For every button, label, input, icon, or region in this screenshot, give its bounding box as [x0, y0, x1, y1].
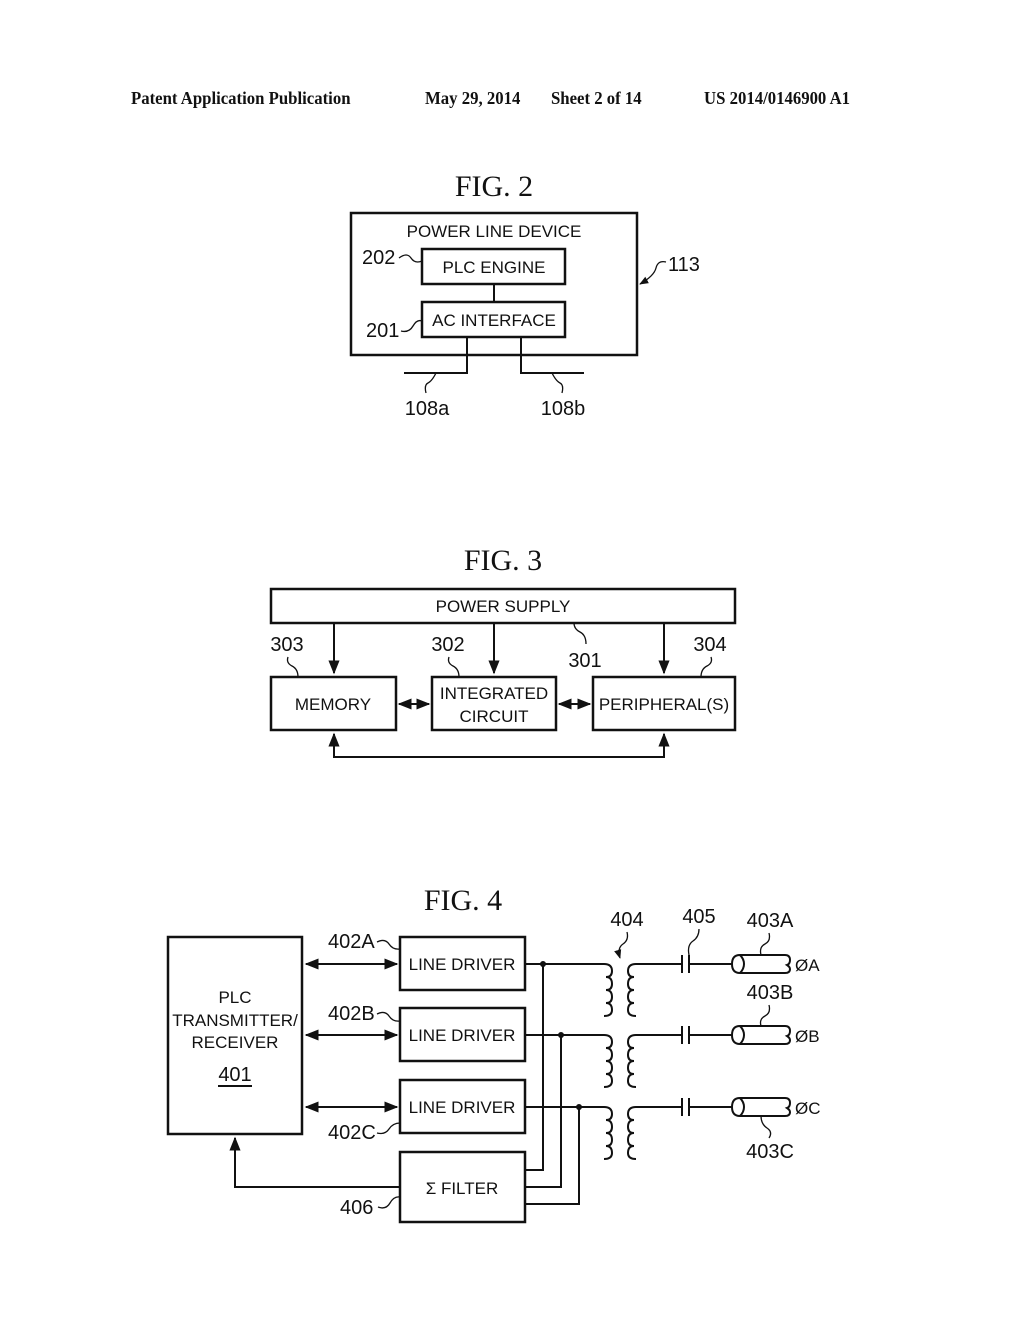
power-line-c: [730, 1097, 792, 1118]
patent-drawing: FIG. 2 POWER LINE DEVICE PLC ENGINE AC I…: [166, 170, 821, 1224]
ic-label-line1: INTEGRATED: [440, 684, 548, 703]
leader-404-arrow: [614, 931, 629, 959]
capacitor-c: [636, 1098, 732, 1116]
leader-402c: [376, 1122, 401, 1135]
transformer-b: [603, 1034, 637, 1088]
sigma-filter-label: Σ FILTER: [426, 1179, 499, 1198]
power-supply-label: POWER SUPPLY: [436, 597, 571, 616]
capacitor-b: [636, 1026, 732, 1044]
wire-sense-c: [525, 1107, 580, 1205]
memory-label: MEMORY: [295, 695, 371, 714]
fig2-title: FIG. 2: [455, 170, 533, 203]
power-line-device-label: POWER LINE DEVICE: [407, 222, 582, 241]
phase-b-label: ØB: [795, 1027, 820, 1046]
power-line-a: [730, 954, 792, 975]
wire-sense-a: [525, 964, 544, 1171]
leader-108a: [424, 372, 437, 394]
fig4: FIG. 4 PLC TRANSMITTER/ RECEIVER 401 LIN…: [166, 884, 821, 1224]
ref-404: 404: [610, 909, 643, 931]
phase-a-label: ØA: [795, 956, 820, 975]
leader-405: [687, 928, 700, 956]
fig4-title: FIG. 4: [424, 884, 502, 917]
peripherals-label: PERIPHERAL(S): [599, 695, 729, 714]
fig2: FIG. 2 POWER LINE DEVICE PLC ENGINE AC I…: [349, 170, 700, 420]
ic-label-line2: CIRCUIT: [460, 707, 529, 726]
ref-401: 401: [218, 1064, 251, 1086]
plc-label-line1: PLC: [218, 988, 251, 1007]
leader-406: [377, 1196, 401, 1209]
line-driver-b-label: LINE DRIVER: [409, 1026, 516, 1045]
fig3-title: FIG. 3: [464, 544, 542, 577]
transformer-a: [603, 963, 637, 1017]
leader-403a: [759, 932, 771, 956]
arrow-memory-peripherals: [328, 732, 670, 758]
leader-303: [286, 656, 299, 678]
ref-403c: 403C: [746, 1141, 794, 1163]
ref-406: 406: [340, 1197, 373, 1219]
ref-113: 113: [668, 254, 700, 276]
ref-403b: 403B: [747, 982, 794, 1004]
fig3: FIG. 3 POWER SUPPLY MEMORY INTEGRATED CI…: [269, 544, 737, 758]
leader-402b: [376, 1011, 401, 1022]
ref-304: 304: [693, 634, 726, 656]
phase-c-label: ØC: [795, 1099, 821, 1118]
ref-302: 302: [431, 634, 464, 656]
ref-301: 301: [568, 650, 601, 672]
leader-113-arrow: [639, 260, 667, 285]
leader-403b: [759, 1004, 771, 1027]
power-line-b: [730, 1025, 792, 1046]
ref-108b: 108b: [541, 398, 586, 420]
ref-402c: 402C: [328, 1122, 376, 1144]
arrow-filter-plc: [229, 1136, 400, 1188]
leader-403c: [760, 1115, 772, 1139]
leader-108b: [551, 372, 564, 394]
line-driver-c-label: LINE DRIVER: [409, 1098, 516, 1117]
leader-301: [573, 622, 587, 645]
leader-304: [700, 656, 713, 678]
transformer-c: [603, 1106, 637, 1160]
leader-402a: [376, 939, 401, 950]
ref-108a: 108a: [405, 398, 450, 420]
line-driver-a-label: LINE DRIVER: [409, 955, 516, 974]
ref-402b: 402B: [328, 1003, 375, 1025]
capacitor-a: [636, 955, 732, 973]
ref-201: 201: [366, 320, 399, 342]
plc-engine-label: PLC ENGINE: [443, 258, 546, 277]
ref-405: 405: [682, 906, 715, 928]
plc-label-line3: RECEIVER: [192, 1033, 279, 1052]
ref-402a: 402A: [328, 931, 375, 953]
leader-302: [447, 656, 460, 678]
ref-202: 202: [362, 247, 395, 269]
ac-interface-label: AC INTERFACE: [432, 311, 556, 330]
ref-403a: 403A: [747, 910, 794, 932]
plc-label-line2: TRANSMITTER/: [172, 1011, 298, 1030]
ref-303: 303: [270, 634, 303, 656]
